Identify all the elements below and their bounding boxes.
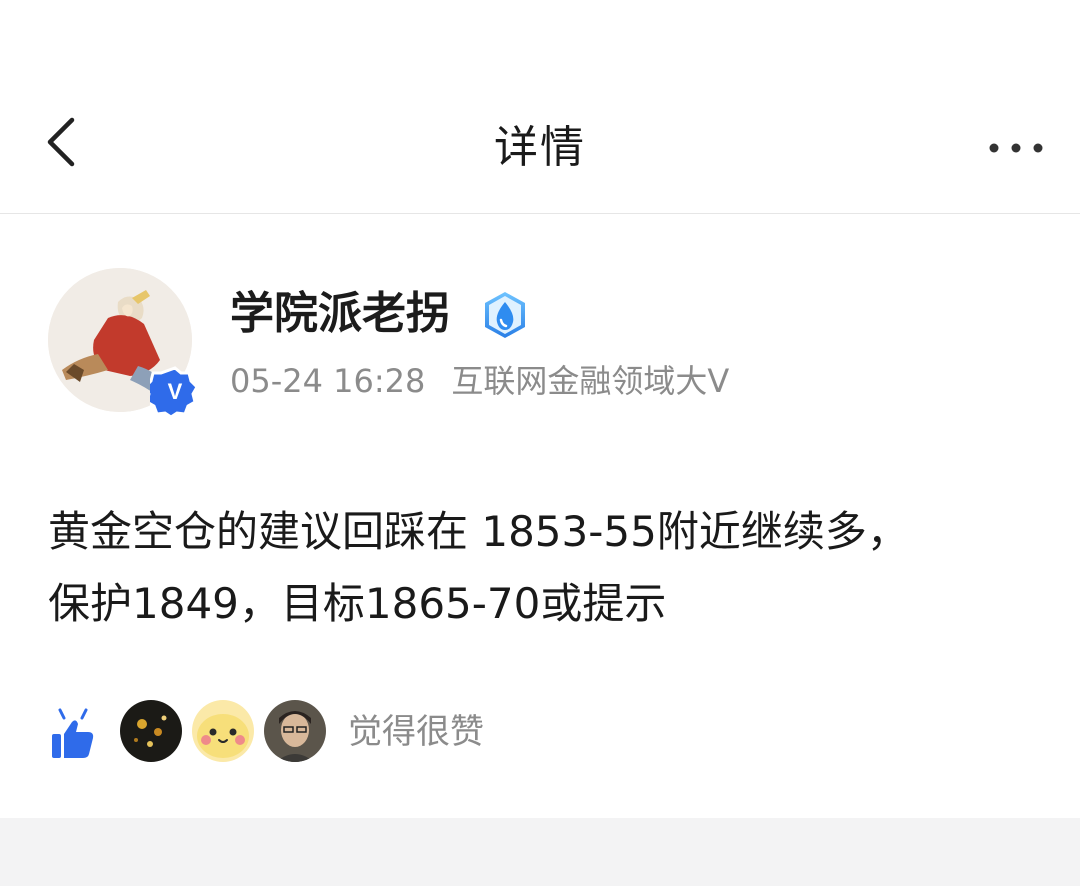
- liker-avatar[interactable]: [120, 700, 182, 762]
- liker-avatar[interactable]: [264, 700, 326, 762]
- liker-avatar-image: [192, 700, 254, 762]
- verified-v-icon: V: [150, 366, 199, 416]
- likes-row: 觉得很赞: [48, 700, 1048, 764]
- more-options-button[interactable]: [980, 128, 1052, 168]
- author-row: V 学院派老拐 05-24 16:28 互联网金融领域大V: [0, 260, 1080, 430]
- footer-divider-strip: [0, 818, 1080, 886]
- post-content-line: 黄金空仓的建议回踩在 1853-55附近继续多，: [48, 507, 909, 556]
- liker-avatar-image: [264, 700, 326, 762]
- author-tag: 互联网金融领域大V: [451, 362, 730, 400]
- detail-page: 详情 V 学院派老拐 05-24 16:28 互联网金融领域大V 黄金空仓的建议…: [0, 0, 1080, 886]
- author-name[interactable]: 学院派老拐: [230, 284, 450, 344]
- post-content-line: 保护1849，目标1865-70或提示: [48, 579, 667, 628]
- post-timestamp: 05-24 16:28: [230, 362, 426, 400]
- page-title: 详情: [494, 122, 586, 173]
- liker-avatar[interactable]: [192, 700, 254, 762]
- water-drop-badge-icon: [485, 292, 525, 338]
- more-horizontal-icon: [989, 143, 1043, 153]
- post-meta: 05-24 16:28 互联网金融领域大V: [230, 358, 729, 404]
- svg-text:V: V: [168, 379, 183, 404]
- thumbs-up-icon[interactable]: [48, 704, 98, 762]
- post-content: 黄金空仓的建议回踩在 1853-55附近继续多， 保护1849，目标1865-7…: [48, 496, 1038, 640]
- liker-avatar-image: [120, 700, 182, 762]
- top-nav-bar: 详情: [0, 0, 1080, 214]
- author-avatar-container: V: [48, 268, 199, 416]
- likes-label: 觉得很赞: [348, 712, 484, 752]
